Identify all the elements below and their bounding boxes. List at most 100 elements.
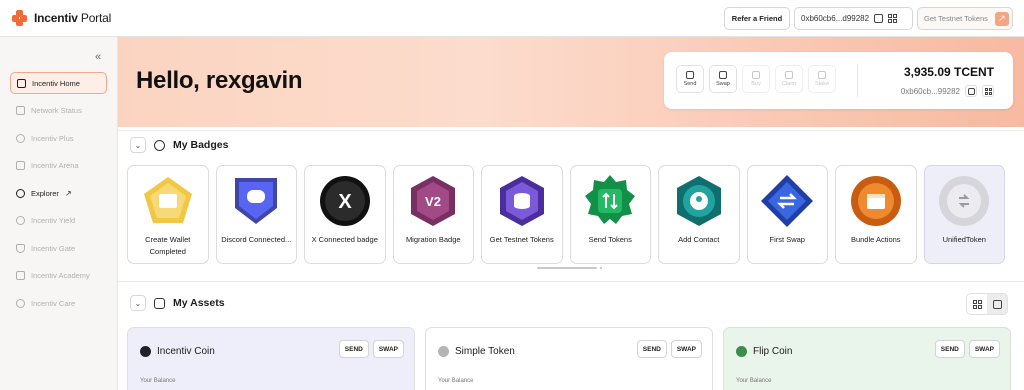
copy-address-button[interactable] [965, 85, 977, 97]
unified-token-badge-icon [937, 174, 991, 228]
sidebar-item-incentiv-care[interactable]: Incentiv Care [10, 292, 107, 314]
send-button[interactable]: SEND [636, 340, 667, 358]
badge-label: First Swap [769, 235, 805, 244]
badge-card[interactable]: X X Connected badge [304, 165, 386, 264]
chevron-down-icon: ⌄ [134, 140, 142, 150]
send-button[interactable]: SEND [934, 340, 965, 358]
asset-list: Incentiv Coin SEND SWAP Your Balance Simp… [127, 327, 1011, 390]
badge-card[interactable]: Send Tokens [569, 165, 651, 264]
sidebar-item-incentiv-home[interactable]: Incentiv Home [10, 72, 107, 94]
send-button[interactable]: SEND [338, 340, 369, 358]
bundle-actions-badge-icon [849, 174, 903, 228]
asset-card[interactable]: Incentiv Coin SEND SWAP Your Balance [127, 327, 415, 390]
badge-label: Send Tokens [588, 235, 632, 244]
send-action-label: Send [683, 81, 697, 87]
badges-section-header: ⌄ My Badges [130, 137, 228, 153]
badge-card[interactable]: V2 Migration Badge [392, 165, 474, 264]
wallet-address-box: 0xb60cb6...d99282 [794, 7, 913, 30]
refer-a-friend-button[interactable]: Refer a Friend [724, 7, 790, 30]
badge-card[interactable]: Get Testnet Tokens [481, 165, 563, 264]
sidebar-item-incentiv-yield[interactable]: Incentiv Yield [10, 210, 107, 232]
claim-icon [785, 71, 793, 79]
section-title: My Badges [173, 139, 229, 151]
badge-card[interactable]: Create Wallet Completed [127, 165, 209, 264]
badge-card[interactable]: Bundle Actions [835, 165, 917, 264]
collapse-sidebar-icon[interactable]: « [95, 51, 101, 63]
testnet-tokens-badge-icon [495, 174, 549, 228]
sidebar-item-network-status[interactable]: Network Status [10, 100, 107, 122]
discord-badge-icon [229, 174, 283, 228]
copy-icon[interactable] [874, 14, 884, 23]
sidebar-item-label: Incentiv Yield [31, 216, 76, 225]
qr-code-button[interactable] [982, 85, 994, 97]
headset-icon [16, 298, 25, 308]
asset-card[interactable]: Flip Coin SEND SWAP Your Balance [723, 327, 1011, 390]
balance-label: Your Balance [438, 378, 474, 384]
hero-banner: Hello, rexgavin Send Swap Buy Claim Stak… [118, 37, 1024, 127]
divider [118, 281, 1024, 282]
stake-action-button[interactable]: Stake [808, 65, 836, 93]
asset-card[interactable]: Simple Token SEND SWAP Your Balance [425, 327, 713, 390]
badge-label: Add Contact [678, 235, 720, 244]
qr-code-icon[interactable] [888, 14, 898, 23]
assets-section-header: ⌄ My Assets [130, 295, 225, 311]
buy-action-button[interactable]: Buy [742, 65, 770, 93]
badge-card[interactable]: First Swap [746, 165, 828, 264]
chevron-down-icon: ⌄ [134, 298, 142, 308]
badge-label: X Connected badge [311, 235, 378, 244]
sidebar-item-label: Incentiv Plus [31, 133, 74, 143]
balance-label: Your Balance [736, 378, 772, 384]
table-view-button[interactable] [987, 294, 1007, 314]
badge-list: Create Wallet Completed Discord Connecte… [127, 165, 1005, 264]
badge-icon [154, 139, 165, 151]
sidebar-nav: Incentiv Home Network Status Incentiv Pl… [10, 72, 107, 320]
swap-button[interactable]: SWAP [968, 340, 1000, 358]
buy-icon [752, 71, 760, 79]
badge-card[interactable]: UnifiedToken [923, 165, 1005, 264]
arena-icon [16, 161, 25, 170]
plus-circle-icon [16, 133, 25, 143]
claim-action-label: Claim [781, 81, 797, 87]
badge-label: UnifiedToken [942, 235, 986, 244]
table-icon [992, 299, 1002, 309]
badge-card[interactable]: Add Contact [658, 165, 740, 264]
send-action-button[interactable]: Send [676, 65, 704, 93]
get-testnet-tokens-button[interactable]: Get Testnet Tokens ↗ [917, 7, 1013, 30]
swap-icon [719, 71, 727, 79]
qr-code-icon [984, 87, 992, 95]
coin-icon [16, 216, 25, 225]
token-balance: 3,935.09 TCENT [903, 65, 994, 79]
claim-action-button[interactable]: Claim [775, 65, 803, 93]
simple-token-icon [438, 346, 449, 357]
wallet-actions: Send Swap Buy Claim Stake [676, 65, 836, 93]
sidebar-item-explorer[interactable]: Explorer ↗ [10, 182, 107, 204]
sidebar-item-incentiv-gate[interactable]: Incentiv Gate [10, 237, 107, 259]
shield-icon [16, 243, 25, 253]
badge-label: Get Testnet Tokens [489, 235, 554, 244]
badge-glyph: X [338, 191, 352, 213]
grid-view-button[interactable] [967, 294, 987, 314]
sidebar-item-label: Incentiv Home [32, 78, 80, 88]
add-contact-badge-icon [672, 174, 726, 228]
greeting-heading: Hello, rexgavin [136, 67, 303, 94]
sidebar: « Incentiv Home Network Status Incentiv … [0, 37, 118, 390]
incentiv-coin-icon [140, 346, 151, 357]
badge-card[interactable]: Discord Connected... [215, 165, 297, 264]
swap-button[interactable]: SWAP [670, 340, 702, 358]
asset-actions: SEND SWAP [636, 340, 702, 358]
flip-coin-icon [736, 346, 747, 357]
app-logo[interactable]: Incentiv Portal [12, 10, 111, 26]
badge-scrollbar[interactable] [537, 267, 597, 269]
swap-button[interactable]: SWAP [372, 340, 404, 358]
sidebar-item-label: Incentiv Care [31, 298, 76, 308]
swap-action-button[interactable]: Swap [709, 65, 737, 93]
wallet-address-short: 0xb60cb...99282 [900, 86, 960, 96]
badge-label: Create Wallet Completed [145, 235, 191, 256]
sidebar-item-incentiv-academy[interactable]: Incentiv Academy [10, 265, 107, 287]
sidebar-item-incentiv-plus[interactable]: Incentiv Plus [10, 127, 107, 149]
toggle-assets-button[interactable]: ⌄ [130, 295, 146, 311]
view-toggle [966, 293, 1008, 315]
sidebar-item-incentiv-arena[interactable]: Incentiv Arena [10, 155, 107, 177]
toggle-badges-button[interactable]: ⌄ [130, 137, 146, 153]
testnet-label: Get Testnet Tokens [924, 14, 988, 23]
